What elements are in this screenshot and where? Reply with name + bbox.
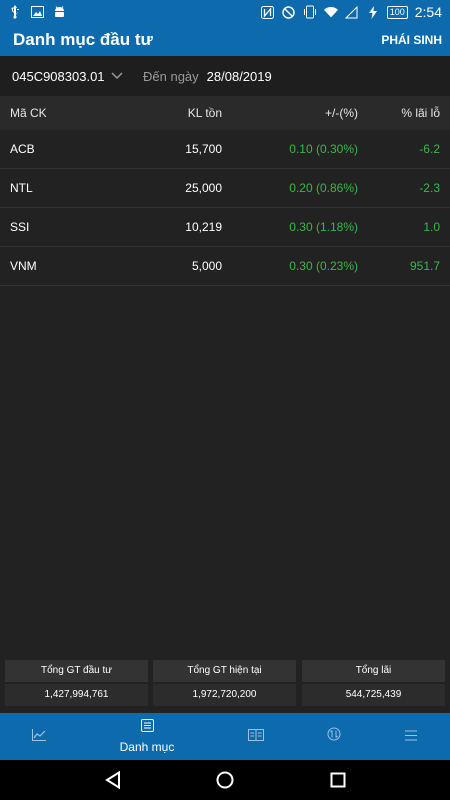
quantity-cell: 5,000 bbox=[191, 259, 222, 273]
date-label: Đến ngày bbox=[143, 68, 199, 84]
summary-panel: Tổng GT đầu tư 1,427,994,761 Tổng GT hiệ… bbox=[0, 660, 450, 712]
table-row[interactable]: SSI 10,219 0.30 (1.18%) 1.0 bbox=[0, 208, 450, 247]
chevron-down-icon[interactable] bbox=[111, 72, 127, 80]
status-right: 100 2:54 bbox=[261, 4, 450, 20]
symbol-cell: NTL bbox=[10, 181, 33, 195]
symbol-cell: VNM bbox=[10, 259, 37, 273]
change-cell: 0.20 (0.86%) bbox=[289, 181, 358, 195]
recents-icon[interactable] bbox=[328, 770, 348, 790]
profit-loss-cell: -6.2 bbox=[419, 142, 440, 156]
nav-exchange[interactable] bbox=[295, 713, 373, 760]
book-icon bbox=[248, 728, 264, 746]
usb-icon bbox=[8, 5, 22, 19]
total-current-value: 1,972,720,200 bbox=[153, 684, 296, 706]
header-profit-loss: % lãi lỗ bbox=[401, 106, 440, 120]
derivatives-button[interactable]: PHÁI SINH bbox=[381, 33, 450, 47]
chart-icon bbox=[32, 728, 46, 746]
nfc-icon bbox=[261, 5, 275, 19]
change-cell: 0.30 (1.18%) bbox=[289, 220, 358, 234]
portfolio-icon bbox=[140, 719, 154, 737]
total-current-label: Tổng GT hiện tại bbox=[153, 660, 296, 682]
app-bar: Danh mục đầu tư PHÁI SINH bbox=[0, 24, 450, 56]
account-selector[interactable]: 045C908303.01 bbox=[0, 69, 105, 84]
symbol-cell: SSI bbox=[10, 220, 30, 234]
total-profit-label: Tổng lãi bbox=[302, 660, 445, 682]
total-invested-value: 1,427,994,761 bbox=[5, 684, 148, 706]
symbol-cell: ACB bbox=[10, 142, 35, 156]
back-icon[interactable] bbox=[103, 770, 123, 790]
status-bar: 100 2:54 bbox=[0, 0, 450, 24]
status-left bbox=[0, 5, 66, 19]
profit-loss-cell: -2.3 bbox=[419, 181, 440, 195]
change-cell: 0.30 (0.23%) bbox=[289, 259, 358, 273]
signal-icon bbox=[345, 5, 359, 19]
battery-level: 100 bbox=[386, 5, 408, 19]
page-title: Danh mục đầu tư bbox=[13, 30, 153, 49]
header-change: +/-(%) bbox=[325, 106, 358, 120]
total-current-box: Tổng GT hiện tại 1,972,720,200 bbox=[153, 660, 296, 706]
clock: 2:54 bbox=[414, 4, 442, 20]
system-nav-bar bbox=[0, 760, 450, 800]
profit-loss-cell: 1.0 bbox=[423, 220, 440, 234]
quantity-cell: 10,219 bbox=[185, 220, 222, 234]
header-quantity: KL tồn bbox=[187, 106, 222, 120]
nav-menu[interactable] bbox=[372, 713, 450, 760]
total-profit-box: Tổng lãi 544,725,439 bbox=[302, 660, 445, 706]
quantity-cell: 25,000 bbox=[185, 181, 222, 195]
image-icon bbox=[30, 5, 44, 19]
total-invested-label: Tổng GT đầu tư bbox=[5, 660, 148, 682]
table-row[interactable]: VNM 5,000 0.30 (0.23%) 951.7 bbox=[0, 247, 450, 286]
home-icon[interactable] bbox=[215, 770, 235, 790]
menu-icon bbox=[405, 728, 417, 746]
wifi-icon bbox=[323, 5, 338, 19]
nav-chart[interactable] bbox=[0, 713, 78, 760]
quantity-cell: 15,700 bbox=[185, 142, 222, 156]
filter-row: 045C908303.01 Đến ngày 28/08/2019 bbox=[0, 56, 450, 96]
total-profit-value: 544,725,439 bbox=[302, 684, 445, 706]
nav-book[interactable] bbox=[217, 713, 295, 760]
header-symbol: Mã CK bbox=[10, 106, 47, 120]
holdings-list: ACB 15,700 0.10 (0.30%) -6.2 NTL 25,000 … bbox=[0, 130, 450, 286]
dnd-icon bbox=[282, 5, 296, 19]
android-icon bbox=[52, 5, 66, 19]
profit-loss-cell: 951.7 bbox=[409, 259, 440, 273]
exchange-icon bbox=[327, 727, 341, 746]
change-cell: 0.10 (0.30%) bbox=[289, 142, 358, 156]
table-header: Mã CK KL tồn +/-(%) % lãi lỗ bbox=[0, 96, 450, 130]
table-row[interactable]: ACB 15,700 0.10 (0.30%) -6.2 bbox=[0, 130, 450, 169]
total-invested-box: Tổng GT đầu tư 1,427,994,761 bbox=[5, 660, 148, 706]
nav-portfolio-label: Danh mục bbox=[119, 740, 175, 754]
vibrate-icon bbox=[303, 5, 317, 19]
nav-portfolio[interactable]: Danh mục bbox=[108, 713, 186, 760]
bottom-nav: Danh mục bbox=[0, 713, 450, 760]
date-picker[interactable]: 28/08/2019 bbox=[207, 69, 272, 84]
table-row[interactable]: NTL 25,000 0.20 (0.86%) -2.3 bbox=[0, 169, 450, 208]
charging-icon bbox=[366, 5, 380, 19]
